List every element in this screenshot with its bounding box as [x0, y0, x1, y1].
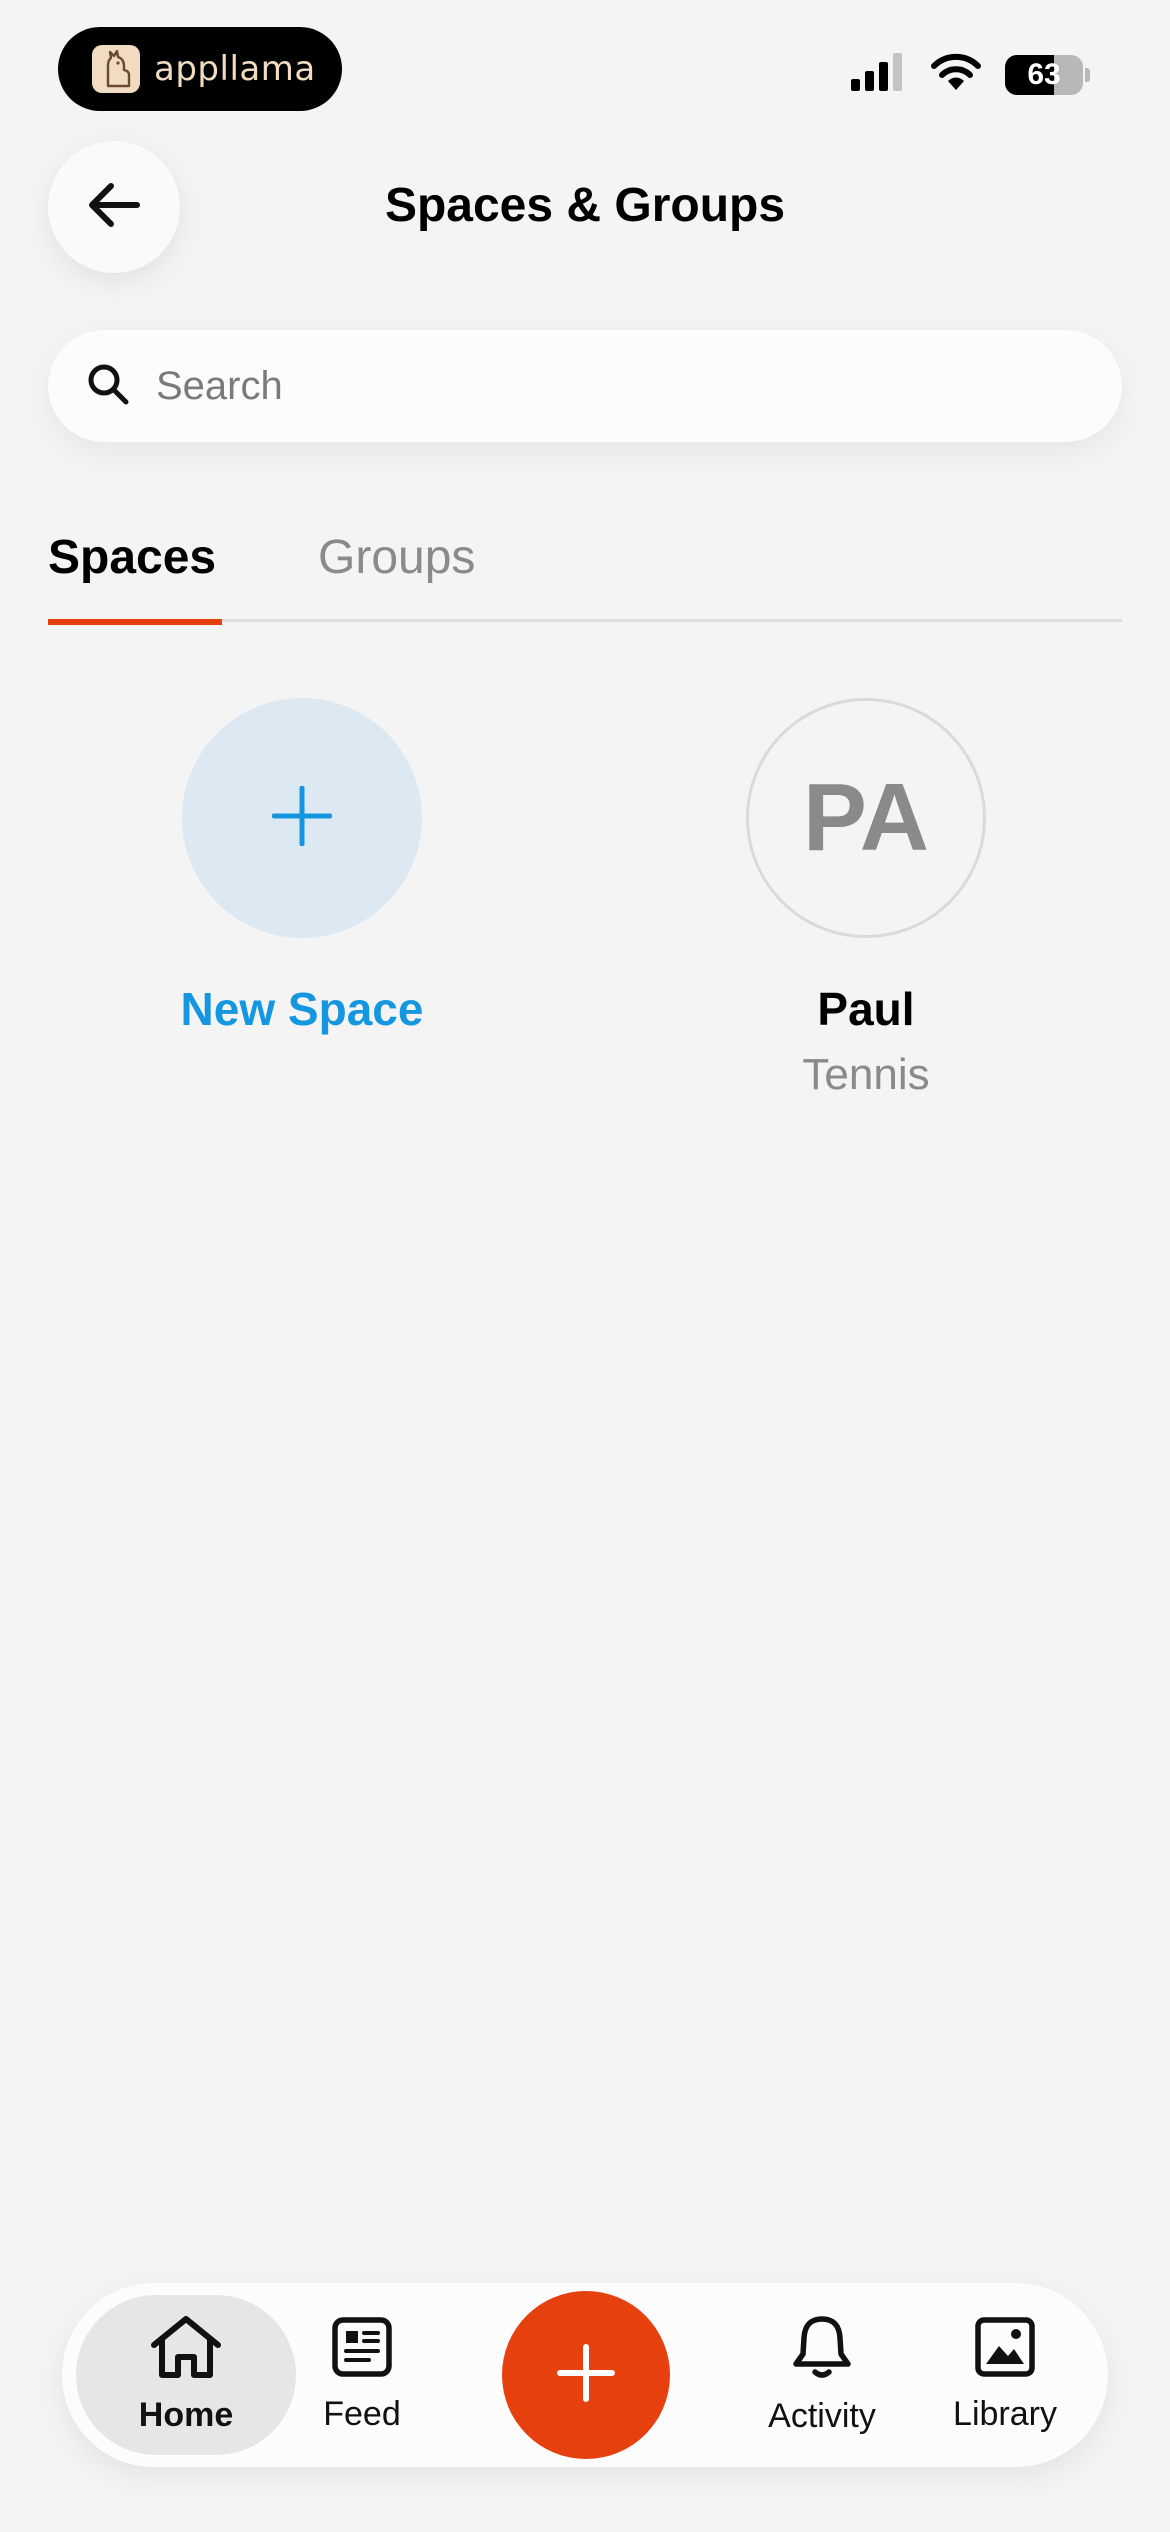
- plus-icon: [271, 785, 333, 851]
- nav-home[interactable]: Home: [76, 2295, 296, 2455]
- nav-home-label: Home: [138, 2396, 234, 2434]
- search-icon: [86, 362, 130, 411]
- search-input[interactable]: [156, 363, 1056, 409]
- battery-level: 63: [1027, 57, 1061, 91]
- feed-icon: [331, 2316, 393, 2387]
- wifi-icon: [929, 52, 983, 97]
- bell-icon: [791, 2314, 853, 2389]
- tab-groups[interactable]: Groups: [318, 530, 475, 622]
- nav-library[interactable]: Library: [920, 2283, 1090, 2467]
- image-icon: [974, 2316, 1036, 2387]
- page-title: Spaces & Groups: [384, 179, 786, 232]
- nav-library-label: Library: [953, 2395, 1057, 2433]
- avatar[interactable]: PA: [746, 698, 986, 938]
- status-icons: 63: [849, 52, 1090, 97]
- battery-nub: [1085, 67, 1090, 82]
- llama-logo-icon: [92, 45, 140, 93]
- space-subtitle: Tennis: [802, 1050, 930, 1099]
- home-icon: [149, 2315, 223, 2388]
- app-badge-label: appllama: [154, 49, 316, 89]
- plus-icon: [557, 2343, 615, 2407]
- nav-feed-label: Feed: [323, 2395, 401, 2433]
- nav-feed[interactable]: Feed: [302, 2283, 422, 2467]
- app-badge: appllama: [58, 27, 342, 111]
- new-space-button[interactable]: New Space: [122, 698, 482, 1036]
- avatar-initials: PA: [802, 764, 930, 871]
- tab-bar: Spaces Groups: [48, 530, 1122, 625]
- bottom-nav: Home Feed Activity Library: [62, 2283, 1108, 2467]
- space-owner-name: Paul: [817, 983, 915, 1035]
- search-bar[interactable]: [48, 330, 1122, 442]
- new-space-circle[interactable]: [182, 698, 422, 938]
- screen: appllama 63 Spaces & Groups Search Space…: [0, 0, 1170, 2532]
- create-button[interactable]: [502, 2291, 670, 2459]
- nav-activity-label: Activity: [768, 2397, 876, 2435]
- new-space-label[interactable]: New Space: [122, 982, 482, 1036]
- tab-spaces[interactable]: Spaces: [48, 530, 222, 625]
- battery-icon: 63: [1005, 54, 1083, 95]
- signal-icon: [849, 53, 907, 96]
- nav-activity[interactable]: Activity: [732, 2283, 912, 2467]
- space-card[interactable]: PA Paul Tennis: [686, 698, 1046, 1100]
